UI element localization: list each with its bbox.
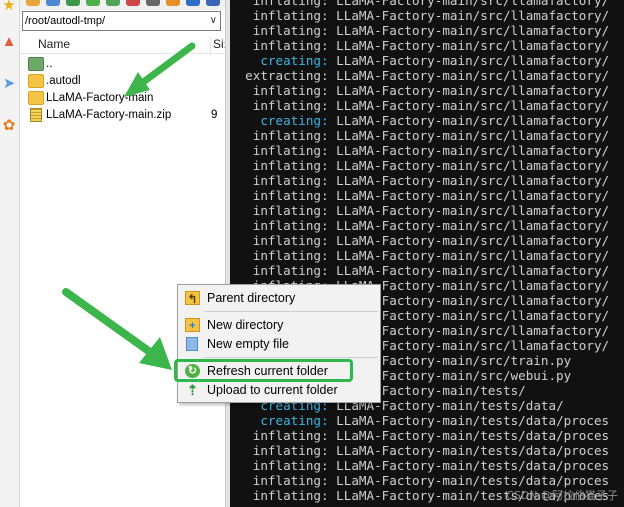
menu-item-upload-to-current-folder[interactable]: ⇡ Upload to current folder <box>181 381 379 399</box>
context-menu: ↰ Parent directory + New directory New e… <box>177 284 381 403</box>
menu-item-label: Upload to current folder <box>207 383 338 397</box>
menu-separator <box>204 311 378 312</box>
parent-directory-icon: ↰ <box>185 291 200 306</box>
menu-item-label: Parent directory <box>207 291 296 305</box>
menu-item-label: New empty file <box>207 337 289 351</box>
menu-item-new-empty-file[interactable]: New empty file <box>181 335 379 353</box>
menu-item-label: New directory <box>207 318 284 332</box>
annotation-arrows <box>62 42 196 370</box>
arrow-to-refresh <box>62 288 172 370</box>
menu-separator <box>204 357 378 358</box>
new-folder-icon: + <box>185 318 200 332</box>
menu-item-parent-directory[interactable]: ↰ Parent directory <box>181 289 379 307</box>
arrow-to-folder <box>124 42 196 97</box>
new-file-icon <box>186 337 198 351</box>
upload-icon: ⇡ <box>186 382 199 398</box>
refresh-highlight-box <box>174 359 353 382</box>
menu-item-new-directory[interactable]: + New directory <box>181 316 379 334</box>
